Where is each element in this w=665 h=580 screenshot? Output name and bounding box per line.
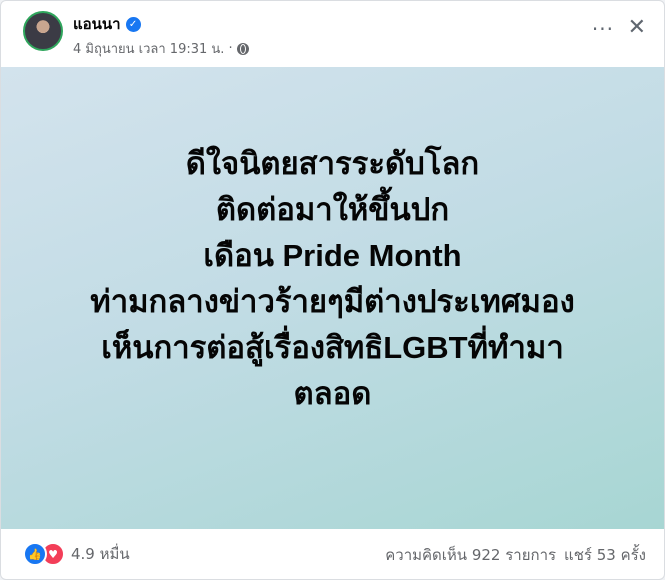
post-background-text: ดีใจนิตยสารระดับโลก ติดต่อมาให้ขึ้นปก เด… <box>1 67 664 529</box>
more-options-button[interactable]: ··· <box>592 19 614 39</box>
avatar[interactable] <box>23 11 63 51</box>
post-line: ตลอด <box>293 376 372 411</box>
verified-badge-icon: ✓ <box>125 16 141 32</box>
author-row: แอนนา ✓ <box>73 12 141 36</box>
like-reaction-icon: 👍 <box>23 542 47 566</box>
globe-icon[interactable] <box>236 42 249 55</box>
post-timestamp[interactable]: 4 มิถุนายน เวลา 19:31 น. <box>73 38 224 59</box>
comment-count[interactable]: ความคิดเห็น 922 รายการ <box>385 543 556 567</box>
post-meta: 4 มิถุนายน เวลา 19:31 น. · <box>73 38 249 59</box>
close-button[interactable]: ✕ <box>628 17 646 39</box>
post-line: เดือน Pride Month <box>203 238 462 273</box>
post-line: ท่ามกลางข่าวร้ายๆมีต่างประเทศมอง <box>90 284 575 319</box>
author-name[interactable]: แอนนา <box>73 12 121 36</box>
reactions-summary[interactable]: 👍 ♥ 4.9 หมื่น <box>23 542 130 566</box>
post-header: แอนนา ✓ 4 มิถุนายน เวลา 19:31 น. · ··· ✕ <box>1 1 664 67</box>
separator-dot: · <box>228 41 233 56</box>
post-card: แอนนา ✓ 4 มิถุนายน เวลา 19:31 น. · ··· ✕… <box>0 0 665 580</box>
engagement-stats: ความคิดเห็น 922 รายการ แชร์ 53 ครั้ง <box>385 543 646 567</box>
post-line: ดีใจนิตยสารระดับโลก <box>185 146 480 181</box>
share-count[interactable]: แชร์ 53 ครั้ง <box>564 543 646 567</box>
post-line: ติดต่อมาให้ขึ้นปก <box>215 192 450 227</box>
post-line: เห็นการต่อสู้เรื่องสิทธิLGBTที่ทำมา <box>101 330 564 365</box>
post-text: ดีใจนิตยสารระดับโลก ติดต่อมาให้ขึ้นปก เด… <box>90 141 574 417</box>
reaction-count[interactable]: 4.9 หมื่น <box>71 542 130 566</box>
post-footer: 👍 ♥ 4.9 หมื่น ความคิดเห็น 922 รายการ แชร… <box>1 529 664 579</box>
